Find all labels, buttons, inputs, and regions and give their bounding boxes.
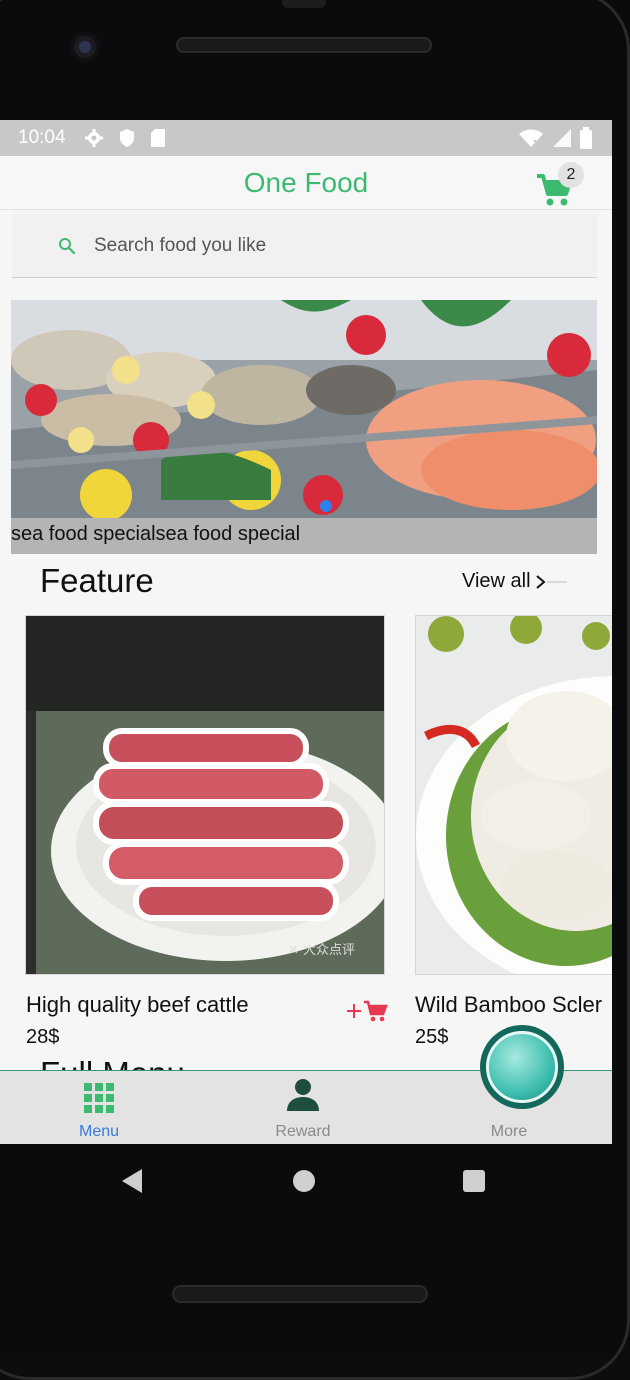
bottom-speaker <box>172 1285 428 1303</box>
chevron-right-icon <box>535 574 567 589</box>
home-icon[interactable] <box>293 1170 315 1192</box>
grid-icon <box>84 1083 114 1113</box>
nav-item-reward[interactable]: Reward <box>238 1071 368 1144</box>
earpiece-speaker <box>176 37 432 53</box>
phone-device: 10:04 One Food 2 Search food you like se… <box>0 0 630 1380</box>
status-bar: 10:04 <box>0 120 612 156</box>
bamboo-fungus-image <box>416 616 612 974</box>
seafood-platter-image <box>11 300 597 518</box>
assistant-fab-button[interactable] <box>480 1025 564 1109</box>
add-to-cart-button[interactable] <box>344 998 388 1024</box>
device-notch <box>282 0 326 8</box>
cart-button[interactable]: 2 <box>536 162 584 206</box>
gear-icon <box>84 129 103 147</box>
signal-icon <box>553 129 571 147</box>
svg-text:✕ 大众点评: ✕ 大众点评 <box>288 943 355 958</box>
system-navigation-bar <box>0 1144 612 1218</box>
nav-label-more: More <box>490 1123 528 1140</box>
status-time: 10:04 <box>18 127 66 148</box>
front-camera <box>70 32 100 62</box>
nav-label-menu: Menu <box>78 1123 120 1140</box>
recent-apps-icon[interactable] <box>463 1170 485 1192</box>
feature-item-name: Wild Bamboo Scler <box>415 992 603 1017</box>
feature-item-name: High quality beef cattle <box>26 992 249 1017</box>
search-icon <box>59 237 76 254</box>
feature-card-bamboo[interactable] <box>415 615 612 975</box>
promo-banner[interactable]: sea food specialsea food special <box>11 300 597 554</box>
assistant-bubble-icon <box>486 1031 558 1103</box>
feature-section-header: Feature View all <box>40 562 570 602</box>
battery-icon <box>580 127 592 149</box>
nav-item-menu[interactable]: Menu <box>34 1071 164 1144</box>
shield-icon <box>119 129 134 147</box>
person-icon <box>287 1079 319 1111</box>
search-placeholder: Search food you like <box>94 234 267 256</box>
banner-caption: sea food specialsea food special <box>11 518 597 554</box>
nav-label-reward: Reward <box>275 1123 331 1140</box>
cart-count-badge: 2 <box>558 162 584 188</box>
back-icon[interactable] <box>120 1168 144 1194</box>
app-title: One Food <box>243 166 369 198</box>
app-bar: One Food 2 <box>0 156 612 210</box>
feature-card-beef[interactable]: ✕ 大众点评 <box>25 615 385 975</box>
view-all-label: View all <box>462 570 531 592</box>
wifi-off-icon <box>519 129 543 147</box>
feature-item-price: 25$ <box>415 1026 449 1048</box>
app-screen: 10:04 One Food 2 Search food you like se… <box>0 120 612 1144</box>
add-to-cart-icon <box>347 1000 388 1022</box>
full-menu-heading: Full Menu <box>40 1055 185 1071</box>
feature-heading: Feature <box>40 562 154 599</box>
feature-item-price: 28$ <box>26 1026 60 1048</box>
sdcard-icon <box>150 129 165 147</box>
view-all-link[interactable]: View all <box>462 570 569 593</box>
banner-pagination-dot[interactable] <box>320 500 332 512</box>
banner-image <box>11 300 597 518</box>
beef-rolls-image: ✕ 大众点评 <box>26 616 384 974</box>
search-input[interactable]: Search food you like <box>12 214 597 278</box>
